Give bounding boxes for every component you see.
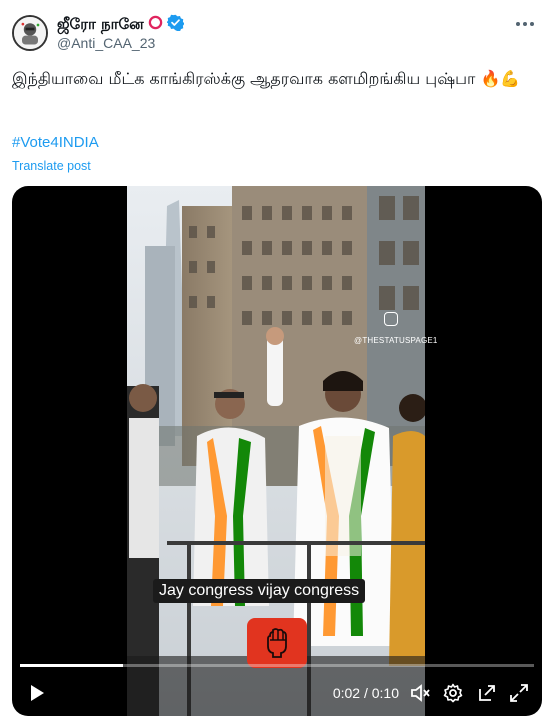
video-time: 0:02 / 0:10 xyxy=(332,685,399,701)
avatar[interactable] xyxy=(12,15,48,51)
author-name-row[interactable]: ஜீரோ நானே xyxy=(57,14,185,36)
display-name[interactable]: ஜீரோ நானே xyxy=(57,15,144,35)
more-options-icon[interactable] xyxy=(514,14,536,34)
instagram-watermark-icon xyxy=(384,312,398,326)
video-controls: 0:02 / 0:10 xyxy=(12,670,542,716)
fullscreen-icon[interactable] xyxy=(506,680,532,706)
verified-badge-icon xyxy=(166,14,185,36)
progress-fill xyxy=(20,664,123,667)
progress-bar[interactable] xyxy=(20,664,534,667)
translate-post-link[interactable]: Translate post xyxy=(12,159,91,173)
watermark-text: @THESTATUSPAGE1 xyxy=(354,336,438,345)
tweet-text: இந்தியாவை மீட்க காங்கிரஸ்க்கு ஆதரவாக களம… xyxy=(12,69,521,88)
hashtag-link[interactable]: #Vote4INDIA xyxy=(12,134,99,151)
settings-gear-icon[interactable] xyxy=(440,680,466,706)
video-player[interactable]: @THESTATUSPAGE1 Jay congress vijay congr… xyxy=(12,186,542,716)
play-icon[interactable] xyxy=(24,680,50,706)
mute-icon[interactable] xyxy=(408,680,434,706)
red-circle-icon xyxy=(148,15,163,35)
pop-out-icon[interactable] xyxy=(474,680,500,706)
author-handle[interactable]: @Anti_CAA_23 xyxy=(57,35,155,51)
raised-fist-icon xyxy=(247,618,307,668)
video-caption: Jay congress vijay congress xyxy=(153,579,366,603)
